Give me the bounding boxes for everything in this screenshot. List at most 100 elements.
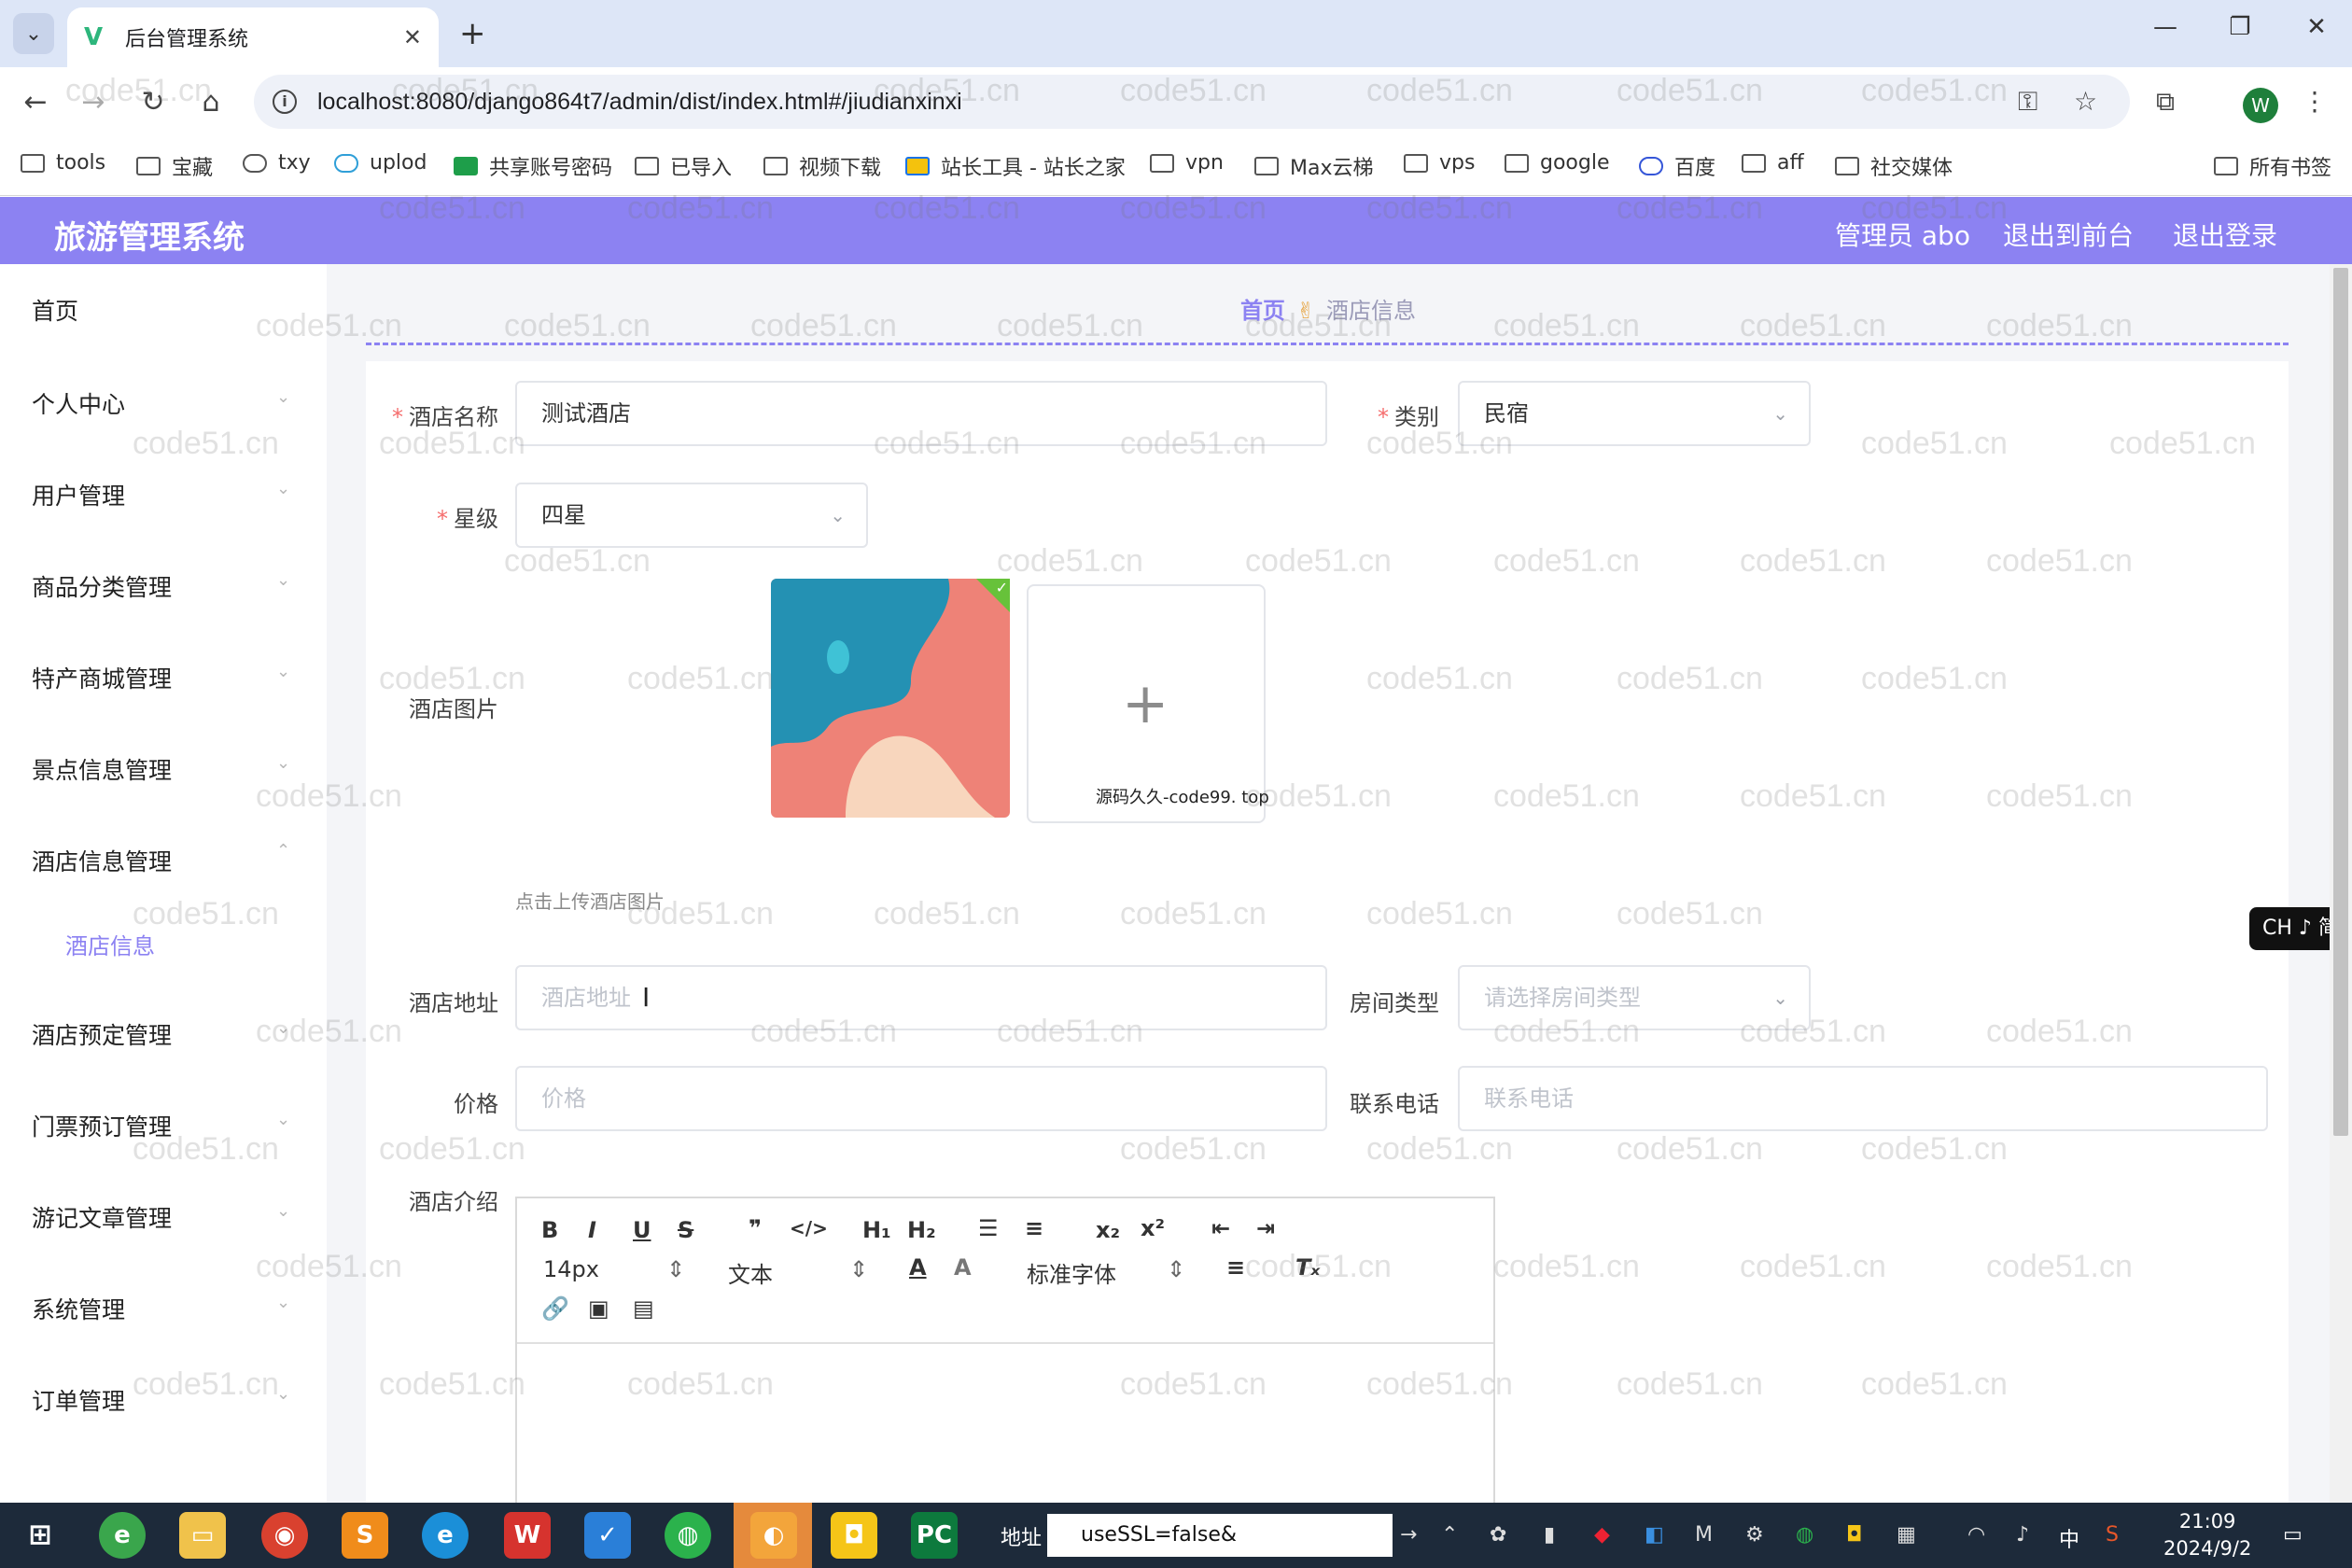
breadcrumb-home[interactable]: 首页 xyxy=(1240,298,1285,324)
price-input[interactable]: 价格 xyxy=(515,1066,1327,1131)
forward-arrow-icon[interactable]: → xyxy=(75,84,112,121)
bookmark-all[interactable]: 所有书签 xyxy=(2214,151,2331,181)
wifi-icon[interactable]: ◠ xyxy=(1967,1523,1985,1547)
browser-menu-icon[interactable]: ⋮ xyxy=(2302,86,2328,117)
strikethrough-icon[interactable]: S xyxy=(678,1217,693,1243)
wechat-icon[interactable]: ◍ xyxy=(665,1512,711,1559)
app-yellow-icon[interactable]: ◘ xyxy=(831,1512,877,1559)
align-icon[interactable]: ≡ xyxy=(1226,1254,1245,1281)
keyboard-icon[interactable]: ▦ xyxy=(1897,1523,1916,1547)
bookmark-video-download[interactable]: 视频下载 xyxy=(763,151,881,181)
code-block-icon[interactable]: </> xyxy=(790,1217,828,1239)
hotel-name-input[interactable]: 测试酒店 xyxy=(515,381,1327,446)
mail-icon[interactable]: M xyxy=(1695,1523,1713,1547)
file-explorer-icon[interactable]: ▭ xyxy=(179,1512,226,1559)
app-tray-icon[interactable]: ◘ xyxy=(1846,1523,1862,1547)
address-bar[interactable]: i localhost:8080/django864t7/admin/dist/… xyxy=(254,75,2130,129)
new-tab-plus-icon[interactable]: + xyxy=(459,15,486,52)
bookmark-baidu[interactable]: 百度 xyxy=(1639,151,1715,181)
windows-start-icon[interactable]: ⊞ xyxy=(17,1512,63,1559)
header-select[interactable]: 文本 xyxy=(728,1256,773,1289)
profile-avatar[interactable]: W xyxy=(2243,88,2278,123)
underline-icon[interactable]: U xyxy=(633,1217,651,1243)
feishu-tray-icon[interactable]: ◧ xyxy=(1645,1523,1664,1547)
bookmark-tools[interactable]: tools xyxy=(21,151,105,175)
sidebar-item-travel-articles[interactable]: 游记文章管理 xyxy=(32,1200,172,1234)
volume-icon[interactable]: ♪ xyxy=(2016,1523,2029,1547)
taskbar-clock[interactable]: 21:09 2024/9/2 xyxy=(2163,1508,2251,1562)
chrome-icon[interactable]: ◉ xyxy=(261,1512,308,1559)
bookmark-shared-accounts[interactable]: 共享账号密码 xyxy=(454,151,612,181)
phone-input[interactable]: 联系电话 xyxy=(1458,1066,2268,1131)
window-close-icon[interactable]: ✕ xyxy=(2289,13,2345,41)
subscript-icon[interactable]: x₂ xyxy=(1096,1217,1120,1243)
notification-icon[interactable]: ▭ xyxy=(2283,1523,2303,1547)
bookmark-imported[interactable]: 已导入 xyxy=(635,151,732,181)
heading-1-icon[interactable]: H₁ xyxy=(862,1217,891,1243)
bold-icon[interactable]: B xyxy=(541,1217,558,1243)
font-color-icon[interactable]: A xyxy=(909,1254,927,1281)
italic-icon[interactable]: I xyxy=(588,1217,596,1243)
password-key-icon[interactable]: ⚿ xyxy=(2018,86,2037,118)
tab-close-icon[interactable]: ✕ xyxy=(403,24,422,50)
sidebar-item-category[interactable]: 商品分类管理 xyxy=(32,569,172,603)
category-select[interactable]: 民宿 ⌄ xyxy=(1458,381,1811,446)
sidebar-item-profile[interactable]: 个人中心 xyxy=(32,386,125,420)
star-select[interactable]: 四星 ⌄ xyxy=(515,483,868,548)
bookmark-chinaz[interactable]: 站长工具 - 站长之家 xyxy=(905,151,1126,181)
bookmark-star-icon[interactable]: ☆ xyxy=(2074,86,2097,117)
feishu-icon[interactable]: ✓ xyxy=(584,1512,631,1559)
heading-2-icon[interactable]: H₂ xyxy=(907,1217,936,1243)
bookmark-vps[interactable]: vps xyxy=(1404,151,1475,175)
sidebar-item-hotel-booking[interactable]: 酒店预定管理 xyxy=(32,1017,172,1051)
video-icon[interactable]: ▤ xyxy=(633,1295,654,1322)
blockquote-icon[interactable]: ❞ xyxy=(749,1215,762,1241)
pycharm-icon[interactable]: PC xyxy=(911,1512,958,1559)
sidebar-item-ticket-booking[interactable]: 门票预订管理 xyxy=(32,1109,172,1142)
indent-icon[interactable]: ⇥ xyxy=(1256,1215,1275,1241)
restore-icon[interactable]: ❐ xyxy=(2212,13,2268,41)
sogou-icon[interactable]: S xyxy=(2106,1523,2119,1547)
site-info-icon[interactable]: i xyxy=(273,90,297,114)
address-input[interactable]: 酒店地址 xyxy=(515,965,1327,1030)
upload-add-button[interactable]: + 源码久久-code99. top xyxy=(1027,584,1269,823)
bookmark-uplod[interactable]: uplod xyxy=(334,151,427,175)
minimize-icon[interactable]: — xyxy=(2137,13,2193,41)
sidebar-item-users[interactable]: 用户管理 xyxy=(32,478,125,511)
bookmark-social-media[interactable]: 社交媒体 xyxy=(1835,151,1953,181)
browser-360-icon[interactable]: e xyxy=(99,1512,146,1559)
back-arrow-icon[interactable]: ← xyxy=(17,84,54,121)
back-to-front-link[interactable]: 退出到前台 xyxy=(2003,216,2134,253)
ordered-list-icon[interactable]: ☰ xyxy=(978,1215,999,1241)
font-size-select[interactable]: 14px xyxy=(543,1256,599,1282)
sidebar-item-hotel-info[interactable]: 酒店信息管理 xyxy=(32,844,172,877)
sidebar-item-scenic-spots[interactable]: 景点信息管理 xyxy=(32,752,172,786)
edge-icon[interactable]: e xyxy=(422,1512,469,1559)
image-icon[interactable]: ▣ xyxy=(588,1295,609,1322)
address-go-arrow-icon[interactable]: → xyxy=(1400,1523,1417,1547)
bookmark-txy[interactable]: txy xyxy=(243,151,311,175)
clear-format-icon[interactable]: Tₓ xyxy=(1295,1254,1320,1281)
bookmark-baozang[interactable]: 宝藏 xyxy=(136,151,213,181)
settings-sliders-icon[interactable]: ⚙ xyxy=(1745,1523,1764,1547)
sublime-text-icon[interactable]: S xyxy=(342,1512,388,1559)
link-icon[interactable]: 🔗 xyxy=(541,1295,569,1322)
sidebar-item-specialty-shop[interactable]: 特产商城管理 xyxy=(32,661,172,694)
bookmark-google[interactable]: google xyxy=(1505,151,1610,175)
wps-icon[interactable]: W xyxy=(504,1512,551,1559)
wechat-tray-icon[interactable]: ◍ xyxy=(1796,1523,1813,1547)
extensions-puzzle-icon[interactable]: ⧉ xyxy=(2156,86,2175,118)
font-family-select[interactable]: 标准字体 xyxy=(1027,1256,1116,1289)
home-icon[interactable]: ⌂ xyxy=(192,84,230,121)
ime-mode[interactable]: 中 xyxy=(2059,1523,2079,1553)
bookmark-maxyunti[interactable]: Max云梯 xyxy=(1254,151,1373,181)
superscript-icon[interactable]: x² xyxy=(1141,1215,1165,1241)
bookmark-aff[interactable]: aff xyxy=(1742,151,1804,175)
sidebar-item-home[interactable]: 首页 xyxy=(32,293,78,327)
browser-tab[interactable]: V 后台管理系统 ✕ xyxy=(67,7,439,67)
sidebar-subitem-hotel-info[interactable]: 酒店信息 xyxy=(65,928,155,960)
tab-search-chevron-icon[interactable]: ⌄ xyxy=(13,13,54,54)
scrollbar-thumb[interactable] xyxy=(2333,268,2348,1136)
tray-expand-icon[interactable]: ⌃ xyxy=(1441,1523,1458,1547)
bullet-list-icon[interactable]: ≡ xyxy=(1025,1215,1043,1241)
